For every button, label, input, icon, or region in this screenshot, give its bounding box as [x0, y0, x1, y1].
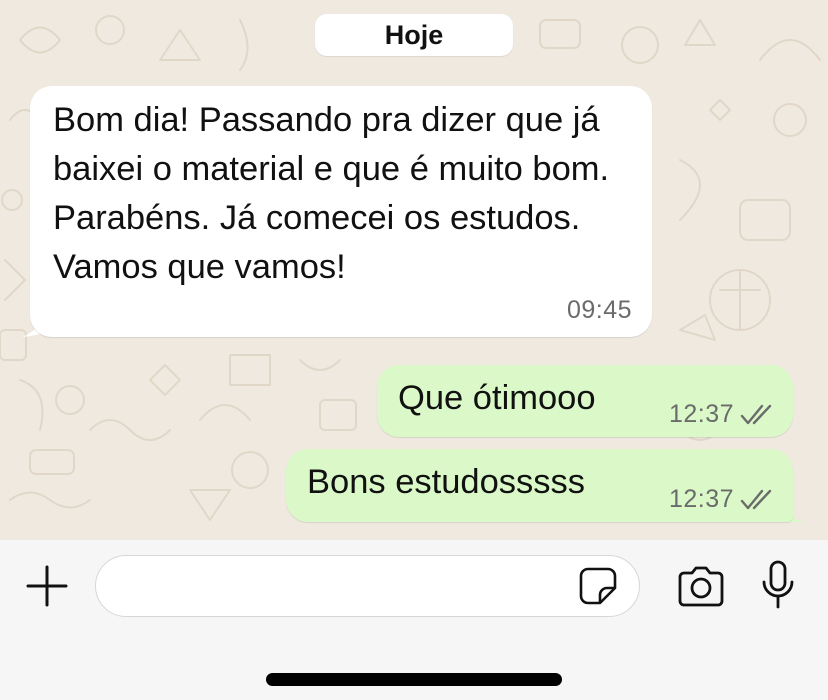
- message-timestamp: 12:37: [668, 400, 734, 428]
- message-text: Bons estudosssss: [307, 463, 586, 501]
- message-meta: 12:37: [669, 400, 776, 429]
- home-indicator: [266, 673, 562, 686]
- incoming-message-bubble[interactable]: Bom dia! Passando pra dizer que já baixe…: [30, 86, 652, 337]
- outgoing-message-bubble[interactable]: Bons estudosssss 12:37: [286, 449, 793, 522]
- date-chip: Hoje: [315, 14, 513, 56]
- camera-icon[interactable]: [676, 565, 726, 607]
- microphone-icon[interactable]: [760, 560, 796, 610]
- double-check-icon: [740, 489, 776, 511]
- chat-area[interactable]: Hoje Bom dia! Passando pra dizer que já …: [0, 0, 828, 540]
- sticker-icon[interactable]: [578, 566, 618, 606]
- message-text: Que ótimooo: [398, 379, 596, 417]
- double-check-icon: [740, 404, 776, 426]
- message-input[interactable]: [95, 555, 640, 617]
- message-timestamp: 09:45: [566, 296, 632, 324]
- message-meta: 12:37: [669, 485, 776, 514]
- message-timestamp: 12:37: [668, 485, 734, 513]
- message-text: Bom dia! Passando pra dizer que já baixe…: [53, 101, 610, 286]
- plus-icon[interactable]: [26, 565, 68, 607]
- outgoing-message-bubble[interactable]: Que ótimooo 12:37: [377, 365, 793, 437]
